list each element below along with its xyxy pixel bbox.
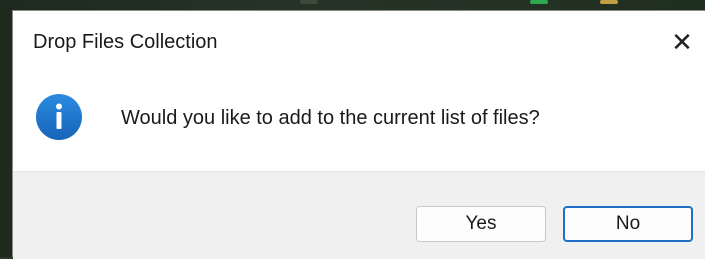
backdrop-detail: [300, 0, 318, 4]
yes-button[interactable]: Yes: [416, 206, 546, 242]
dialog-message: Would you like to add to the current lis…: [121, 107, 540, 129]
dialog-content: Would you like to add to the current lis…: [13, 71, 705, 171]
close-button[interactable]: ✕: [665, 29, 699, 55]
backdrop-detail: [600, 0, 618, 4]
message-dialog: Drop Files Collection ✕ Would you like t…: [12, 10, 705, 259]
dialog-title: Drop Files Collection: [33, 31, 218, 53]
no-button[interactable]: No: [563, 206, 693, 242]
title-bar[interactable]: Drop Files Collection ✕: [13, 11, 705, 71]
backdrop-detail: [530, 0, 548, 4]
info-icon: [36, 94, 82, 140]
button-bar: Yes No: [13, 171, 705, 259]
close-icon: ✕: [671, 27, 693, 57]
